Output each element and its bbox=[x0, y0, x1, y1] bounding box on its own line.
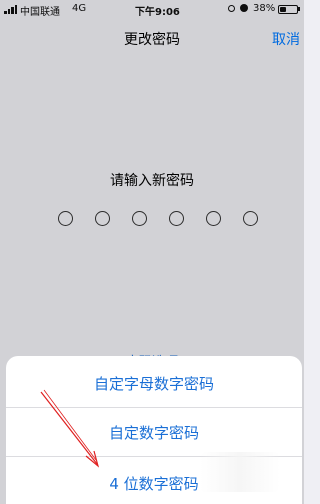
screen: 中国联通 4G 下午9:06 38% 更改密码 取消 请输入新密码 密码选项 自… bbox=[0, 0, 304, 504]
option-custom-alphanumeric[interactable]: 自定字母数字密码 bbox=[6, 359, 302, 409]
option-custom-numeric[interactable]: 自定数字密码 bbox=[6, 408, 302, 458]
watermark-blur bbox=[200, 452, 280, 492]
